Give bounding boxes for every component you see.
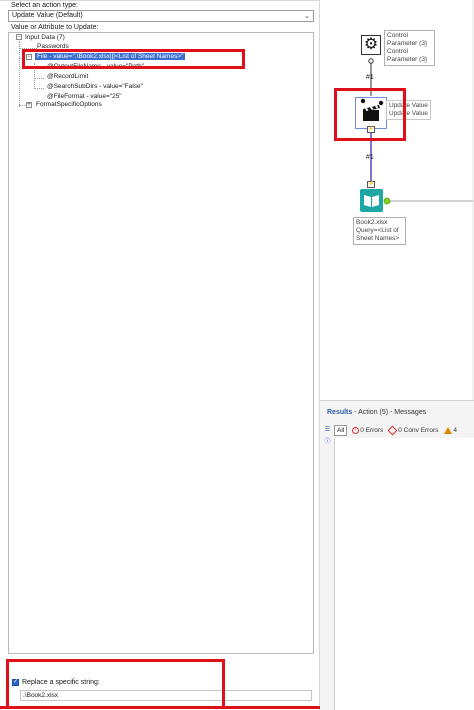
control-parameter-caption: Control Parameter (3) Control Parameter … [384, 30, 435, 66]
input-caption: Book2.xlsx Query=<List of Sheet Names> [353, 217, 406, 245]
action-type-label: Select an action type: [11, 2, 78, 9]
workflow-canvas[interactable]: ⚙ Control Parameter (3) Control Paramete… [320, 0, 474, 400]
filter-warnings[interactable]: 4 [444, 426, 457, 434]
filter-conv-errors[interactable]: 0 Conv Errors [387, 425, 438, 436]
collapse-input-data-icon[interactable]: − [16, 34, 22, 40]
input-output-anchor [383, 197, 391, 205]
tree-node-search-sub-dirs[interactable]: @SearchSubDirs - value="False" [47, 83, 143, 90]
warning-icon [444, 426, 453, 434]
expand-format-options-icon[interactable]: + [26, 102, 32, 108]
input-anchor-icon[interactable]: ⚡ [367, 181, 375, 188]
highlight-bottom-line [0, 706, 320, 709]
results-pane: Results - Action (5) - Messages ☰ ⓘ All … [320, 400, 474, 710]
results-title: Results - Action (5) - Messages [327, 409, 426, 416]
results-title-rest: - Action (5) - Messages [352, 409, 427, 416]
control-output-anchor [368, 58, 374, 64]
results-title-strong: Results [327, 409, 353, 416]
action-type-value: Update Value (Default) [12, 12, 83, 19]
value-tree[interactable]: − Input Data (7) Passwords − File - valu… [8, 32, 314, 654]
conversion-error-icon [387, 425, 398, 436]
gear-icon[interactable]: ⚙ [361, 35, 381, 55]
highlight-replace-string [6, 659, 225, 709]
book-glyph [364, 195, 379, 207]
tree-node-input-data[interactable]: Input Data (7) [25, 34, 65, 41]
tree-node-format-specific-options[interactable]: FormatSpecificOptions [36, 101, 102, 108]
error-icon: ! [352, 426, 360, 434]
action-type-select[interactable]: Update Value (Default) ⌄ [8, 10, 314, 22]
filter-errors[interactable]: ! 0 Errors [352, 426, 383, 434]
connector-label-2: #1 [366, 154, 374, 161]
chevron-down-icon[interactable]: ⌄ [304, 12, 310, 20]
tree-node-file-format[interactable]: @FileFormat - value="25" [47, 93, 122, 100]
book-icon[interactable] [360, 189, 383, 212]
list-view-icon[interactable]: ☰ [324, 427, 331, 434]
tree-node-record-limit[interactable]: @RecordLimit [47, 73, 88, 80]
filter-all-button[interactable]: All [334, 425, 348, 436]
highlight-file-node [22, 49, 245, 69]
help-icon[interactable]: ⓘ [324, 439, 331, 446]
highlight-action-tool [334, 88, 406, 141]
results-filter-toolbar: All ! 0 Errors 0 Conv Errors 4 [334, 425, 461, 437]
connector-label-1: #1 [366, 74, 374, 81]
value-attribute-label: Value or Attribute to Update: [11, 24, 99, 31]
results-list[interactable] [334, 438, 474, 710]
configuration-panel: Select an action type: Update Value (Def… [0, 0, 320, 710]
